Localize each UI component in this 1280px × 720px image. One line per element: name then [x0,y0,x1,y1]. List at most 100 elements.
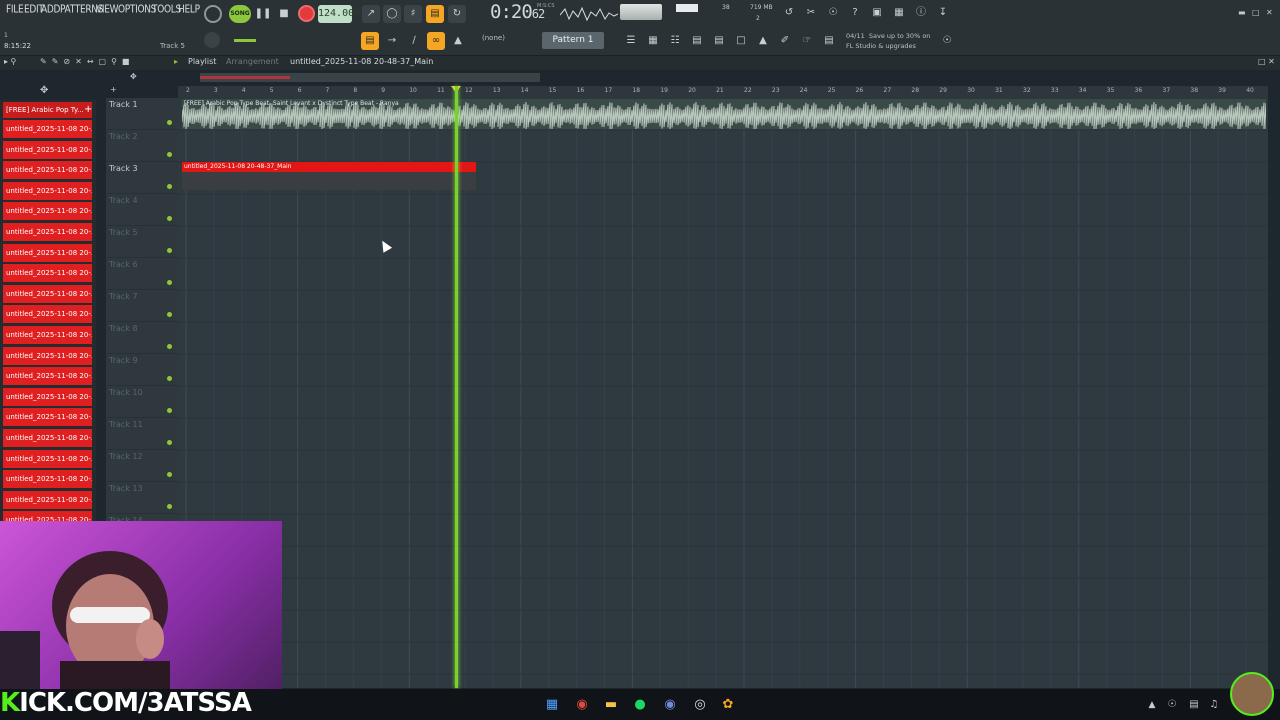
playlist-close-icon[interactable]: □ ✕ [1258,57,1275,66]
pattern-none-label[interactable]: (none) [482,34,505,42]
plug-icon[interactable]: ▲ [754,32,772,50]
clip-list-item[interactable]: untitled_2025-11-08 20-... [3,202,92,221]
clip-list-item[interactable]: untitled_2025-11-08 20-... [3,429,92,447]
wait-icon[interactable]: ◯ [383,5,401,23]
info-icon[interactable]: ⓘ [912,4,930,22]
touch-icon[interactable]: ☞ [798,32,816,50]
link-icon[interactable]: ∞ [427,32,445,50]
track-header[interactable]: Track 11 [106,418,178,450]
clip-list-item[interactable]: untitled_2025-11-08 20-... [3,490,92,509]
track-mute-led[interactable] [167,408,172,413]
track-mute-led[interactable] [167,184,172,189]
track-mute-led[interactable] [167,248,172,253]
undo-history-icon[interactable]: ↺ [780,4,798,22]
tempo-display[interactable]: 124.000 [318,5,360,23]
clip-header[interactable]: [FREE] Arabic Pop Ty... [3,102,92,118]
clip-list-item[interactable]: untitled_2025-11-08 20-... [3,408,92,427]
clip-list-item[interactable]: untitled_2025-11-08 20-... [3,140,92,159]
stamp-icon[interactable]: ▲ [449,32,467,50]
track-mute-led[interactable] [167,280,172,285]
piano-roll-icon[interactable]: ▤ [688,32,706,50]
add-track-icon[interactable]: + [110,85,117,94]
spotify-icon[interactable]: ● [630,696,650,714]
track-header[interactable]: Track 1 [106,98,178,130]
track-header[interactable]: Track 9 [106,354,178,386]
news-panel[interactable]: 04/11 Save up to 30% on FL Studio & upgra… [846,31,930,51]
track-header[interactable]: Track 3 [106,162,178,194]
volume-icon[interactable]: ♫ [1204,696,1224,714]
plugin-icon[interactable]: ▦ [890,4,908,22]
playhead[interactable] [455,86,458,688]
track-mute-led[interactable] [167,472,172,477]
zoom-icon[interactable]: ✥ [130,72,137,81]
mic-tray-icon[interactable]: ☉ [1162,696,1182,714]
brush-icon[interactable]: ✐ [776,32,794,50]
cut-icon[interactable]: ✂ [802,4,820,22]
track-mute-led[interactable] [167,344,172,349]
clip-list-item[interactable]: untitled_2025-11-08 20-... [3,243,92,262]
clip-list-item[interactable]: untitled_2025-11-08 20-... [3,346,92,365]
discord-icon[interactable]: ◉ [660,696,680,714]
piano-icon[interactable]: ▤ [361,32,379,50]
song-mode-toggle[interactable]: SONG [229,5,251,23]
playlist-tools-icon[interactable]: ✎✎⊘✕↔▢⚲■ [40,57,135,66]
clip-list-item[interactable]: untitled_2025-11-08 20-... [3,120,92,138]
clip-list-item[interactable]: untitled_2025-11-08 20-... [3,367,92,386]
clip-list-item[interactable]: untitled_2025-11-08 20-... [3,326,92,344]
folder-icon[interactable]: ▬ [601,696,621,714]
news-icon[interactable]: ▤ [820,32,838,50]
track-mute-led[interactable] [167,120,172,125]
playlist-options-icon[interactable]: ▸ ⚲ [4,57,16,66]
main-pitch-slider[interactable] [234,39,256,42]
loop-record-icon[interactable]: ↻ [448,5,466,23]
track-header[interactable]: Track 6 [106,258,178,290]
obs-icon[interactable]: ◎ [690,696,710,714]
mixer-icon[interactable]: ☷ [666,32,684,50]
stop-button[interactable]: ■ [275,5,293,23]
menu-help[interactable]: HELP [178,4,200,16]
network-icon[interactable]: ▤ [1184,696,1204,714]
track-mute-led[interactable] [167,312,172,317]
clip-list-item[interactable]: untitled_2025-11-08 20-... [3,284,92,303]
track-mute-led[interactable] [167,504,172,509]
track-header[interactable]: Track 13 [106,482,178,514]
microphone-icon[interactable]: ☉ [824,4,842,22]
clip-list-item[interactable]: untitled_2025-11-08 20-... [3,181,92,200]
clip-list-item[interactable]: untitled_2025-11-08 20-... [3,223,92,241]
step-edit-icon[interactable]: ▤ [426,5,444,23]
browser-icon[interactable]: ▤ [710,32,728,50]
track-mute-led[interactable] [167,152,172,157]
playlist-icon[interactable]: ☰ [622,32,640,50]
track-header[interactable]: Track 8 [106,322,178,354]
save-icon[interactable]: ▣ [868,4,886,22]
track-mute-led[interactable] [167,376,172,381]
timeline-ruler[interactable]: 2 3 4 5 6 7 8 9 10 11 12 13 14 15 16 17 18 19 20 21 22 23 24 25… [178,86,1268,98]
clip-list-item[interactable]: untitled_2025-11-08 20-... [3,305,92,324]
clip-list-item[interactable]: untitled_2025-11-08 20-... [3,470,92,489]
arrangement-label[interactable]: Arrangement [226,57,279,66]
snap-icon[interactable]: ↗ [362,5,380,23]
add-clip-icon[interactable]: + [84,104,92,115]
pitch-knob[interactable] [204,32,220,48]
close-icon[interactable]: ✕ [1266,8,1273,17]
file-icon[interactable]: □ [732,32,750,50]
clip-list-item[interactable]: untitled_2025-11-08 20-... [3,387,92,406]
clip-list-item[interactable]: untitled_2025-11-08 20-... [3,161,92,180]
download-icon[interactable]: ↧ [934,4,952,22]
clip-list-item[interactable]: untitled_2025-11-08 20-... [3,264,92,283]
track-mute-led[interactable] [167,440,172,445]
pause-button[interactable]: ❚❚ [254,5,272,23]
move-icon[interactable]: ✥ [40,85,48,96]
fl-studio-icon[interactable]: ✿ [718,696,738,714]
pattern-clip-body[interactable] [182,172,476,190]
menu-file[interactable]: FILE [6,4,24,16]
menu-add[interactable]: ADD [41,4,60,16]
track-mute-led[interactable] [167,216,172,221]
arrow-right-icon[interactable]: → [383,32,401,50]
channel-rack-icon[interactable]: ▦ [644,32,662,50]
clip-list-item[interactable]: untitled_2025-11-08 20-... [3,449,92,468]
help-icon[interactable]: ? [846,4,864,22]
track-header[interactable]: Track 4 [106,194,178,226]
metronome-knob[interactable] [204,5,222,23]
scroll-thumb[interactable] [200,76,290,79]
